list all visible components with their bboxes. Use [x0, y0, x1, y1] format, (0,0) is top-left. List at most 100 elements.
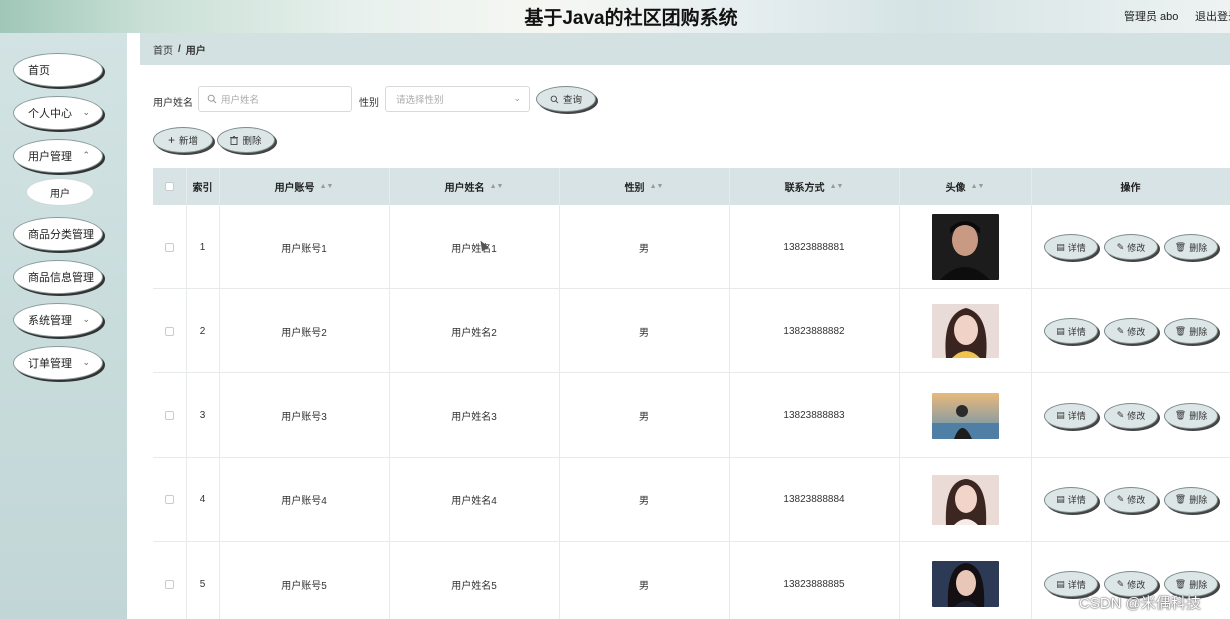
sidebar-item-category[interactable]: 商品分类管理: [13, 217, 103, 251]
batch-delete-button-label: 删除: [242, 136, 262, 147]
sidebar-item-label: 商品信息管理: [28, 272, 94, 284]
column-header-actions: 操作: [1031, 168, 1230, 205]
cell-avatar: [899, 205, 1031, 289]
query-button[interactable]: 查询: [536, 86, 596, 112]
user-table: 索引 用户账号 ▲▼ 用户姓名 ▲▼ 性别 ▲▼ 联系方式 ▲▼ 头像 ▲▼ 操作 1 用户…: [153, 168, 1230, 619]
query-button-label: 查询: [562, 95, 582, 106]
search-icon: [550, 95, 559, 103]
delete-button-label: 删除: [1189, 242, 1208, 253]
edit-button[interactable]: ✎ 修改: [1104, 402, 1158, 429]
column-header-label: 性别: [624, 183, 645, 194]
detail-button-label: 详情: [1067, 579, 1086, 590]
cell-name: 用户姓名2: [451, 327, 497, 339]
delete-button[interactable]: 🗑 删除: [1164, 486, 1218, 513]
delete-button[interactable]: 🗑 删除: [1164, 402, 1218, 429]
chevron-up-icon: ⌃: [82, 150, 90, 160]
add-button[interactable]: + 新增: [153, 127, 213, 153]
column-divider: [186, 168, 187, 619]
edit-button[interactable]: ✎ 修改: [1104, 486, 1158, 513]
detail-button[interactable]: ▤ 详情: [1044, 318, 1098, 345]
sort-icon[interactable]: ▲▼: [830, 183, 844, 190]
sidebar-subitem-user[interactable]: 用户: [26, 178, 94, 206]
column-header-label: 用户账号: [274, 183, 315, 194]
document-icon: ▤: [1056, 410, 1065, 421]
sort-icon[interactable]: ▲▼: [320, 183, 334, 190]
batch-delete-button[interactable]: 删除: [217, 127, 275, 153]
row-select-cell: [153, 205, 186, 289]
detail-button[interactable]: ▤ 详情: [1044, 486, 1098, 513]
table-row: 2 用户账号2 用户姓名2 男 13823888882 ▤ 详情 ✎ 修改 🗑 删除: [153, 289, 1230, 374]
sort-icon[interactable]: ▲▼: [971, 183, 985, 190]
select-all-checkbox[interactable]: [165, 182, 174, 191]
cell-account: 用户账号3: [281, 412, 327, 424]
sidebar-item-label: 首页: [28, 65, 50, 77]
document-icon: ▤: [1056, 578, 1065, 589]
cell-index: 5: [199, 578, 206, 590]
pencil-icon: ✎: [1116, 410, 1125, 421]
column-divider: [899, 168, 900, 619]
detail-button[interactable]: ▤ 详情: [1044, 402, 1098, 429]
avatar: [931, 561, 999, 608]
column-header-name[interactable]: 用户姓名 ▲▼: [389, 168, 559, 205]
delete-button-label: 删除: [1189, 411, 1208, 422]
row-checkbox[interactable]: [165, 326, 174, 336]
cell-name: 用户姓名5: [451, 580, 497, 592]
sidebar-item-label: 系统管理: [28, 315, 72, 327]
row-checkbox[interactable]: [165, 242, 174, 252]
sidebar-item-profile[interactable]: 个人中心 ⌄: [13, 96, 103, 130]
sidebar-item-home[interactable]: 首页: [13, 53, 103, 87]
document-icon: ▤: [1056, 494, 1065, 505]
delete-button[interactable]: 🗑 删除: [1164, 318, 1218, 345]
avatar: [931, 214, 999, 280]
gender-select[interactable]: 请选择性别 ⌄: [385, 86, 530, 112]
column-header-gender[interactable]: 性别 ▲▼: [559, 168, 729, 205]
sidebar-item-orders[interactable]: 订单管理 ⌄: [13, 346, 103, 380]
column-header-label: 头像: [945, 183, 966, 194]
sort-icon[interactable]: ▲▼: [650, 183, 664, 190]
column-header-label: 操作: [1120, 183, 1141, 194]
row-checkbox[interactable]: [165, 495, 174, 505]
cell-gender: 男: [639, 243, 649, 255]
current-user: 管理员 abo: [1124, 11, 1179, 23]
chevron-down-icon: ⌄: [82, 357, 90, 367]
name-search-placeholder: 用户姓名: [221, 95, 260, 106]
column-divider: [389, 168, 390, 619]
edit-button-label: 修改: [1127, 411, 1146, 422]
app-title: 基于Java的社区团购系统: [524, 8, 738, 29]
column-header-account[interactable]: 用户账号 ▲▼: [219, 168, 389, 205]
detail-button[interactable]: ▤ 详情: [1044, 234, 1098, 260]
cell-gender: 男: [639, 496, 649, 508]
breadcrumb-home[interactable]: 首页: [153, 42, 173, 57]
name-filter-label: 用户姓名: [153, 98, 193, 109]
row-checkbox[interactable]: [165, 411, 174, 421]
edit-button[interactable]: ✎ 修改: [1104, 234, 1158, 260]
detail-button-label: 详情: [1067, 326, 1086, 337]
row-checkbox[interactable]: [165, 579, 174, 589]
detail-button-label: 详情: [1067, 242, 1086, 253]
chevron-down-icon: ⌄: [513, 93, 521, 103]
name-search-input[interactable]: 用户姓名: [198, 86, 352, 112]
delete-button[interactable]: 🗑 删除: [1164, 234, 1218, 260]
column-header-label: 索引: [192, 183, 213, 194]
delete-button-label: 删除: [1189, 579, 1208, 590]
pencil-icon: ✎: [1116, 578, 1125, 589]
select-all-cell: [153, 168, 186, 205]
column-header-avatar[interactable]: 头像 ▲▼: [899, 168, 1031, 205]
cell-avatar: [899, 458, 1031, 542]
watermark: CSDN @米偶科技: [1079, 595, 1201, 612]
column-header-phone[interactable]: 联系方式 ▲▼: [729, 168, 899, 205]
sidebar-item-system[interactable]: 系统管理 ⌄: [13, 303, 103, 337]
plus-icon: +: [167, 133, 175, 147]
edit-button[interactable]: ✎ 修改: [1104, 318, 1158, 345]
edit-button-label: 修改: [1127, 495, 1146, 506]
delete-button-label: 删除: [1189, 326, 1208, 337]
row-select-cell: [153, 289, 186, 373]
add-button-label: 新增: [179, 136, 199, 147]
sidebar-item-goods[interactable]: 商品信息管理: [13, 260, 103, 294]
logout-link[interactable]: 退出登录: [1195, 8, 1230, 24]
sort-icon[interactable]: ▲▼: [490, 183, 504, 190]
breadcrumb: 首页 / 用户: [140, 33, 1230, 65]
column-header-label: 用户姓名: [444, 183, 485, 194]
edit-button-label: 修改: [1127, 579, 1146, 590]
sidebar-item-users[interactable]: 用户管理 ⌃: [13, 139, 103, 173]
